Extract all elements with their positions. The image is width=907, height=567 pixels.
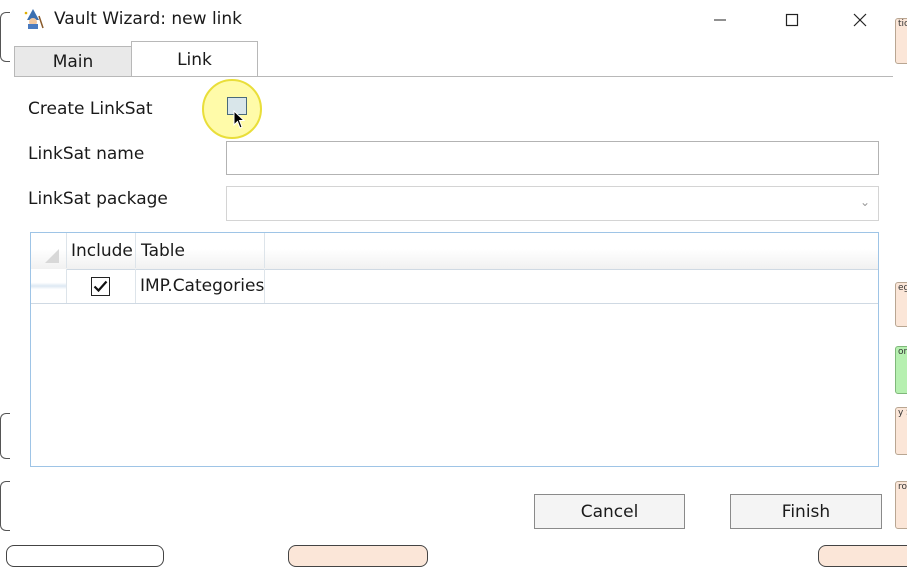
background-card: eg — [895, 282, 907, 327]
vault-wizard-dialog: Vault Wizard: new link Main Link Create … — [10, 0, 893, 545]
maximize-icon — [785, 13, 799, 27]
grid-header: Include Table — [31, 233, 878, 270]
close-button[interactable] — [827, 0, 893, 40]
linksat-package-select[interactable]: ⌄ — [226, 186, 879, 221]
close-icon — [853, 13, 867, 27]
title-bar[interactable]: Vault Wizard: new link — [10, 0, 893, 40]
include-cell[interactable] — [66, 269, 136, 303]
checkmark-icon — [93, 280, 108, 292]
include-checkbox[interactable] — [91, 276, 110, 296]
background-shape — [6, 545, 164, 567]
tab-link[interactable]: Link — [131, 41, 258, 77]
chevron-down-icon[interactable]: ⌄ — [860, 195, 870, 209]
column-header-table[interactable]: Table — [136, 233, 265, 268]
mouse-cursor-icon — [233, 110, 246, 129]
create-linksat-label: Create LinkSat — [28, 99, 153, 119]
background-card: ro — [895, 481, 907, 529]
tab-link-label: Link — [177, 49, 212, 70]
table-row[interactable]: IMP.Categories — [31, 269, 878, 304]
background-app-edge — [893, 0, 907, 552]
window-title: Vault Wizard: new link — [54, 9, 243, 29]
tab-main[interactable]: Main — [14, 46, 132, 77]
linksat-package-label: LinkSat package — [28, 189, 168, 209]
column-header-include[interactable]: Include — [66, 233, 136, 268]
finish-button[interactable]: Finish — [730, 494, 882, 529]
background-card: or — [895, 346, 907, 394]
background-card: y S — [895, 407, 907, 455]
linksat-name-label: LinkSat name — [28, 144, 145, 164]
grid-select-all-corner[interactable] — [31, 233, 67, 268]
minimize-button[interactable] — [687, 0, 753, 40]
table-cell[interactable]: IMP.Categories — [136, 269, 265, 303]
tables-grid: Include Table IMP.Categories — [30, 232, 879, 467]
cancel-button[interactable]: Cancel — [534, 494, 685, 529]
background-shape — [818, 545, 907, 567]
linksat-name-input[interactable] — [226, 141, 879, 175]
minimize-icon — [714, 19, 726, 21]
background-shape — [288, 545, 428, 567]
maximize-button[interactable] — [759, 0, 825, 40]
row-header[interactable] — [31, 269, 67, 303]
background-card: tica — [895, 18, 907, 64]
tab-main-label: Main — [52, 52, 94, 72]
wizard-icon — [24, 9, 44, 29]
